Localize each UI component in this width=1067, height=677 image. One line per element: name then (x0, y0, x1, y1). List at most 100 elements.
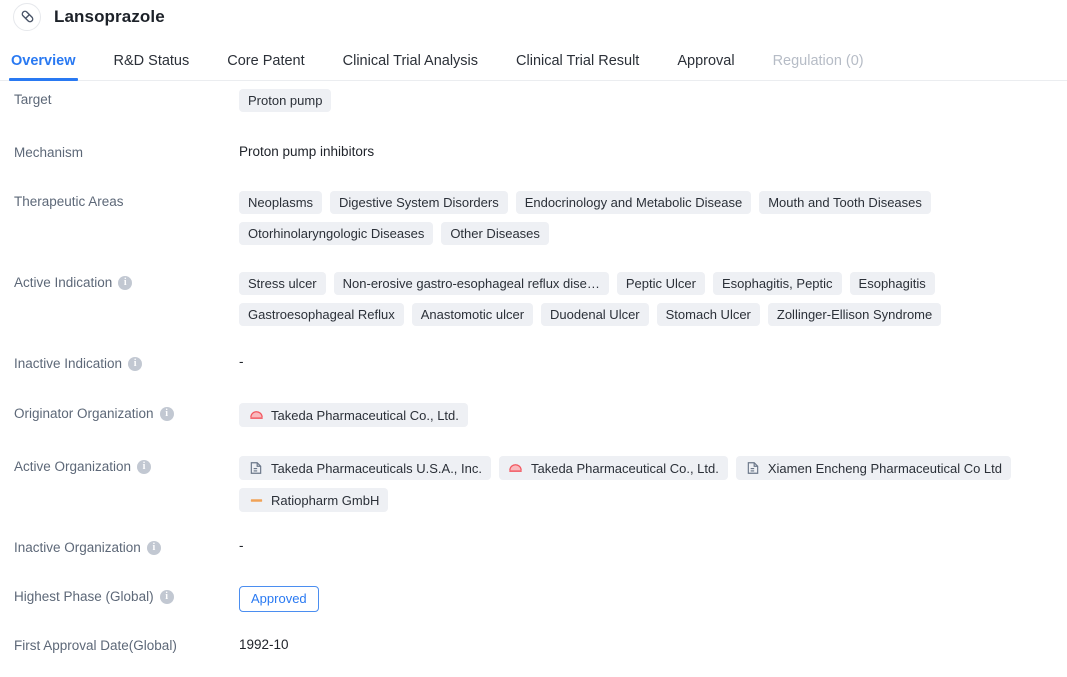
info-icon[interactable]: i (159, 589, 174, 604)
field-value-target: Proton pump (239, 89, 1053, 120)
chip-active-org-1[interactable]: Takeda Pharmaceutical Co., Ltd. (498, 456, 728, 480)
field-value-active-indication: Stress ulcer Non-erosive gastro-esophage… (239, 272, 1053, 334)
chip-label: Duodenal Ulcer (550, 307, 640, 322)
chip-label: Takeda Pharmaceutical Co., Ltd. (271, 407, 459, 423)
drug-detail-page: Lansoprazole Overview R&D Status Core Pa… (0, 0, 1067, 677)
field-label-text: First Approval Date(Global) (14, 638, 177, 653)
field-label-text: Inactive Indication (14, 356, 123, 371)
capsule-pill-icon (13, 2, 41, 31)
tab-overview[interactable]: Overview (9, 53, 77, 81)
field-label-text: Mechanism (14, 145, 84, 160)
chip-therapeutic-area-1[interactable]: Digestive System Disorders (330, 191, 508, 214)
chip-active-indication-1[interactable]: Non-erosive gastro-esophageal reflux dis… (333, 272, 609, 295)
field-value-therapeutic-areas: Neoplasms Digestive System Disorders End… (239, 191, 1053, 253)
tab-clinical-trial-result[interactable]: Clinical Trial Result (516, 53, 639, 80)
field-row-originator-organization: Originator Organization i Takeda Pharmac… (0, 403, 1067, 456)
info-icon[interactable]: i (137, 459, 152, 474)
takeda-logo-icon (248, 407, 264, 423)
tab-core-patent[interactable]: Core Patent (227, 53, 304, 80)
page-title: Lansoprazole (54, 6, 165, 26)
field-value-active-organization: Takeda Pharmaceuticals U.S.A., Inc. Take… (239, 456, 1053, 520)
chip-label: Esophagitis, Peptic (721, 276, 833, 291)
field-label-target: Target (14, 89, 239, 107)
overview-fields: Target Proton pump Mechanism Proton pump… (0, 81, 1067, 675)
field-row-inactive-indication: Inactive Indication i - (0, 353, 1067, 403)
chip-active-indication-5[interactable]: Gastroesophageal Reflux (239, 303, 404, 326)
info-icon[interactable]: i (128, 356, 143, 371)
field-value-originator-organization: Takeda Pharmaceutical Co., Ltd. (239, 403, 1053, 435)
field-row-active-indication: Active Indication i Stress ulcer Non-ero… (0, 272, 1067, 353)
chip-active-indication-2[interactable]: Peptic Ulcer (616, 272, 705, 295)
chip-label: Non-erosive gastro-esophageal reflux dis… (342, 276, 600, 291)
chip-label: Stomach Ulcer (665, 307, 751, 322)
tab-approval[interactable]: Approval (677, 53, 734, 80)
empty-value: - (239, 538, 244, 553)
chip-active-indication-8[interactable]: Stomach Ulcer (656, 303, 760, 326)
chip-label: Gastroesophageal Reflux (248, 307, 395, 322)
field-label-text: Originator Organization (14, 406, 154, 421)
chip-active-org-3[interactable]: Ratiopharm GmbH (239, 488, 389, 512)
chip-active-indication-3[interactable]: Esophagitis, Peptic (712, 272, 842, 295)
field-value-inactive-organization: - (239, 537, 1053, 553)
field-row-highest-phase: Highest Phase (Global) i Approved (0, 586, 1067, 635)
chip-active-org-0[interactable]: Takeda Pharmaceuticals U.S.A., Inc. (239, 456, 491, 480)
chip-label: Neoplasms (248, 195, 314, 210)
chip-active-indication-7[interactable]: Duodenal Ulcer (541, 303, 649, 326)
field-row-mechanism: Mechanism Proton pump inhibitors (0, 142, 1067, 191)
chip-label: Proton pump (248, 93, 323, 108)
chip-label: Mouth and Tooth Diseases (768, 195, 922, 210)
chip-active-org-2[interactable]: Xiamen Encheng Pharmaceutical Co Ltd (735, 456, 1012, 480)
field-label-mechanism: Mechanism (14, 142, 239, 160)
chip-therapeutic-area-0[interactable]: Neoplasms (239, 191, 323, 214)
field-row-inactive-organization: Inactive Organization i - (0, 537, 1067, 586)
field-value-inactive-indication: - (239, 353, 1053, 369)
field-label-text: Active Indication (14, 275, 113, 290)
chip-label: Peptic Ulcer (625, 276, 696, 291)
chip-active-indication-6[interactable]: Anastomotic ulcer (411, 303, 534, 326)
chip-label: Takeda Pharmaceutical Co., Ltd. (530, 460, 719, 476)
field-value-highest-phase: Approved (239, 586, 1053, 612)
tab-bar: Overview R&D Status Core Patent Clinical… (0, 33, 1067, 81)
chip-label: Zollinger-Ellison Syndrome (776, 307, 933, 322)
info-icon[interactable]: i (159, 406, 174, 421)
info-icon[interactable]: i (146, 540, 161, 555)
chip-therapeutic-area-4[interactable]: Otorhinolaryngologic Diseases (239, 222, 434, 245)
chip-active-indication-4[interactable]: Esophagitis (849, 272, 935, 295)
chip-label: Endocrinology and Metabolic Disease (524, 195, 743, 210)
chip-therapeutic-area-5[interactable]: Other Diseases (441, 222, 549, 245)
page-header: Lansoprazole (0, 0, 1067, 33)
field-label-text: Target (14, 92, 52, 107)
field-value-mechanism: Proton pump inhibitors (239, 142, 1053, 159)
company-building-icon (248, 460, 264, 476)
chip-active-indication-9[interactable]: Zollinger-Ellison Syndrome (767, 303, 942, 326)
field-label-therapeutic-areas: Therapeutic Areas (14, 191, 239, 209)
first-approval-date-text: 1992-10 (239, 637, 289, 652)
empty-value: - (239, 354, 244, 369)
company-building-icon (745, 460, 761, 476)
chip-originator-org-0[interactable]: Takeda Pharmaceutical Co., Ltd. (239, 403, 468, 427)
chip-label: Takeda Pharmaceuticals U.S.A., Inc. (271, 460, 482, 476)
tab-regulation: Regulation (0) (772, 53, 864, 69)
chip-active-indication-0[interactable]: Stress ulcer (239, 272, 326, 295)
chip-therapeutic-area-2[interactable]: Endocrinology and Metabolic Disease (515, 191, 752, 214)
chip-label: Anastomotic ulcer (420, 307, 525, 322)
tab-rd-status[interactable]: R&D Status (114, 53, 190, 80)
field-row-target: Target Proton pump (0, 89, 1067, 142)
field-row-therapeutic-areas: Therapeutic Areas Neoplasms Digestive Sy… (0, 191, 1067, 272)
tab-clinical-trial-analysis[interactable]: Clinical Trial Analysis (343, 53, 478, 80)
chip-label: Other Diseases (450, 226, 540, 241)
field-label-originator-organization: Originator Organization i (14, 403, 239, 421)
field-label-text: Inactive Organization (14, 540, 141, 555)
chip-label: Xiamen Encheng Pharmaceutical Co Ltd (767, 460, 1003, 476)
field-label-text: Highest Phase (Global) (14, 589, 154, 604)
chip-target-0[interactable]: Proton pump (239, 89, 332, 112)
field-label-text: Therapeutic Areas (14, 194, 124, 209)
chip-label: Ratiopharm GmbH (271, 492, 380, 508)
status-badge[interactable]: Approved (239, 586, 319, 612)
field-row-active-organization: Active Organization i Takeda Pharmaceuti… (0, 456, 1067, 537)
info-icon[interactable]: i (118, 275, 133, 290)
field-value-first-approval-date: 1992-10 (239, 635, 1053, 652)
field-label-first-approval-date: First Approval Date(Global) (14, 635, 239, 653)
field-label-active-indication: Active Indication i (14, 272, 239, 290)
chip-therapeutic-area-3[interactable]: Mouth and Tooth Diseases (759, 191, 931, 214)
